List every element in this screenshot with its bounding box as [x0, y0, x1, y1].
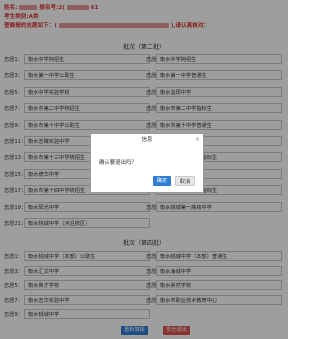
cancel-button[interactable]: 取消	[175, 176, 195, 186]
confirm-button[interactable]: 确定	[153, 176, 171, 186]
close-icon[interactable]: ×	[195, 136, 200, 143]
confirm-dialog: 信息 × 确认要退出吗？ 确定 取消	[90, 133, 204, 193]
dialog-title: 信息	[141, 137, 153, 143]
dialog-message: 确认要退出吗？	[99, 160, 137, 166]
